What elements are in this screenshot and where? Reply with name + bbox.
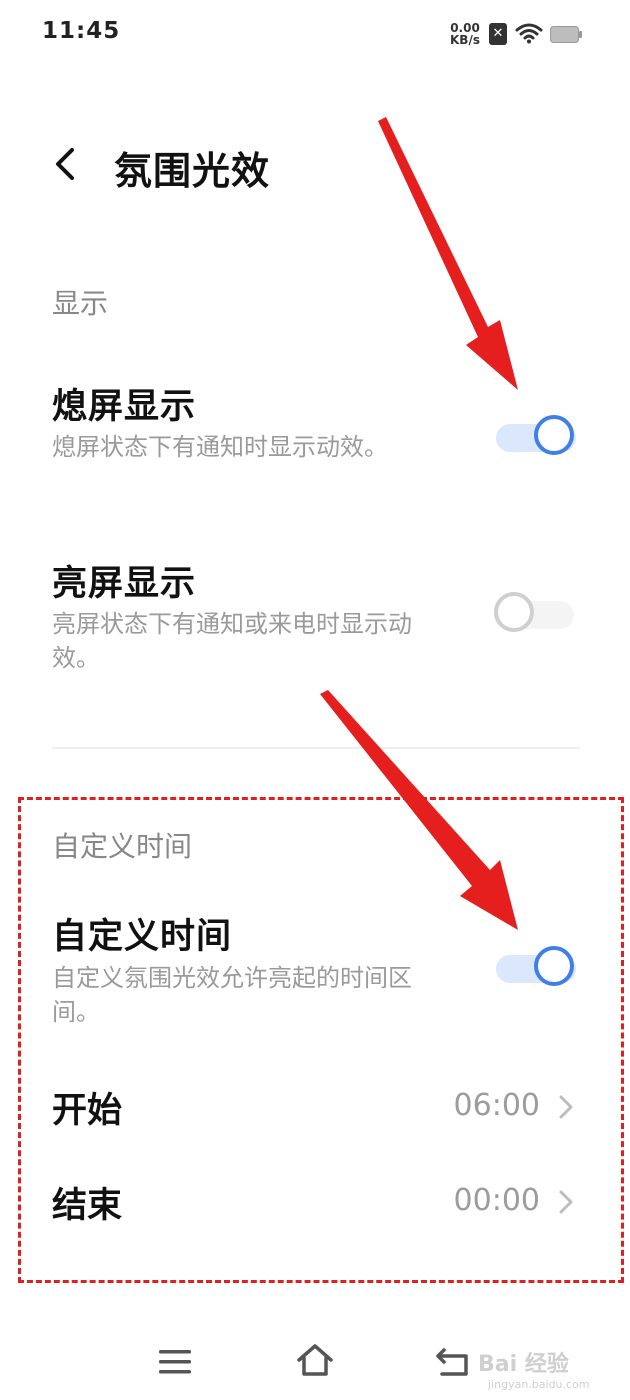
watermark-logo: Bai 经验	[478, 1352, 569, 1377]
custom-time-title: 自定义时间	[52, 917, 233, 957]
home-icon[interactable]	[295, 1340, 335, 1380]
end-time-value: 00:00	[453, 1183, 540, 1218]
network-speed: 0.00 KB/s	[446, 22, 484, 46]
toggle-knob	[534, 415, 574, 455]
network-speed-unit: KB/s	[450, 33, 480, 47]
toggle-knob	[534, 946, 574, 986]
screen-on-toggle[interactable]	[494, 592, 578, 636]
page-title: 氛围光效	[114, 149, 271, 193]
start-time-value: 06:00	[453, 1088, 540, 1123]
start-time-label: 开始	[52, 1091, 123, 1131]
aod-toggle[interactable]	[496, 415, 580, 459]
custom-time-toggle[interactable]	[496, 946, 580, 990]
battery-icon	[550, 26, 582, 43]
start-time-row[interactable]: 开始 06:00	[52, 1074, 582, 1144]
end-time-row[interactable]: 结束 00:00	[52, 1169, 582, 1239]
back-icon[interactable]	[48, 144, 84, 184]
nav-back-icon[interactable]	[434, 1342, 474, 1378]
section-header-custom-time: 自定义时间	[52, 830, 193, 863]
menu-icon[interactable]	[157, 1344, 193, 1380]
custom-time-description: 自定义氛围光效允许亮起的时间区间。	[52, 964, 412, 1026]
sim-status-icon: ✕	[489, 23, 507, 45]
aod-description: 熄屏状态下有通知时显示动效。	[52, 433, 388, 461]
aod-title: 熄屏显示	[52, 387, 197, 427]
watermark-url: jingyan.baidu.com	[488, 1378, 590, 1391]
section-divider	[52, 747, 580, 749]
toggle-knob	[494, 592, 534, 632]
status-time: 11:45	[42, 18, 121, 44]
screen-on-description: 亮屏状态下有通知或来电时显示动效。	[52, 610, 412, 672]
annotation-arrow-bottom	[320, 690, 518, 930]
end-time-label: 结束	[52, 1186, 123, 1226]
section-header-display: 显示	[52, 287, 109, 320]
annotation-arrow-top	[378, 117, 518, 390]
chevron-right-icon	[559, 1190, 573, 1214]
wifi-icon	[515, 23, 543, 44]
chevron-right-icon	[559, 1095, 573, 1119]
screen-on-title: 亮屏显示	[52, 564, 197, 604]
